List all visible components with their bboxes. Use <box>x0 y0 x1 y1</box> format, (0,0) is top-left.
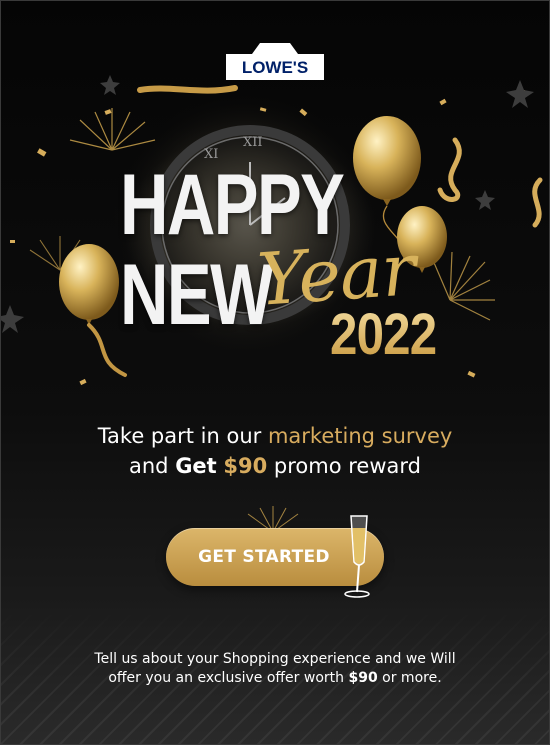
footer-line2-prefix: offer you an exclusive offer worth <box>108 670 349 686</box>
streamer-ribbon <box>437 137 462 202</box>
streamer-ribbon <box>532 177 543 228</box>
clock-numeral-xii: XII <box>243 135 263 150</box>
footer-text: Tell us about your Shopping experience a… <box>0 650 550 688</box>
gold-balloon-icon <box>59 244 127 377</box>
champagne-glass-icon <box>344 515 370 598</box>
firework-icon <box>431 251 495 321</box>
get-started-label: GET STARTED <box>198 547 330 567</box>
footer-line-1: Tell us about your Shopping experience a… <box>94 651 456 667</box>
footer-amount: $90 <box>348 670 378 686</box>
footer-line2-suffix: or more. <box>377 670 442 686</box>
email-card: XI XII HAPPY NEW Year 2022 LOWE'S Take p… <box>0 0 550 745</box>
headline-part3: promo reward <box>267 454 421 478</box>
lowes-logo[interactable]: LOWE'S <box>220 38 330 82</box>
headline-line-2: and Get $90 promo reward <box>0 451 550 481</box>
headline-get: Get <box>175 454 217 478</box>
lowes-house-logo: LOWE'S <box>226 43 324 80</box>
headline-line-1: Take part in our marketing survey <box>0 421 550 451</box>
logo-text: LOWE'S <box>242 58 308 77</box>
headline: Take part in our marketing survey and Ge… <box>0 421 550 481</box>
hero-year-number: 2022 <box>330 302 437 367</box>
headline-highlight: marketing survey <box>267 424 453 448</box>
hero-new-text: NEW <box>120 247 273 343</box>
streamer-ribbon <box>137 85 238 94</box>
footer-line-2: offer you an exclusive offer worth $90 o… <box>0 669 550 688</box>
headline-part2: and <box>129 454 176 478</box>
headline-amount: $90 <box>223 454 268 478</box>
headline-part1: Take part in our <box>97 424 268 448</box>
